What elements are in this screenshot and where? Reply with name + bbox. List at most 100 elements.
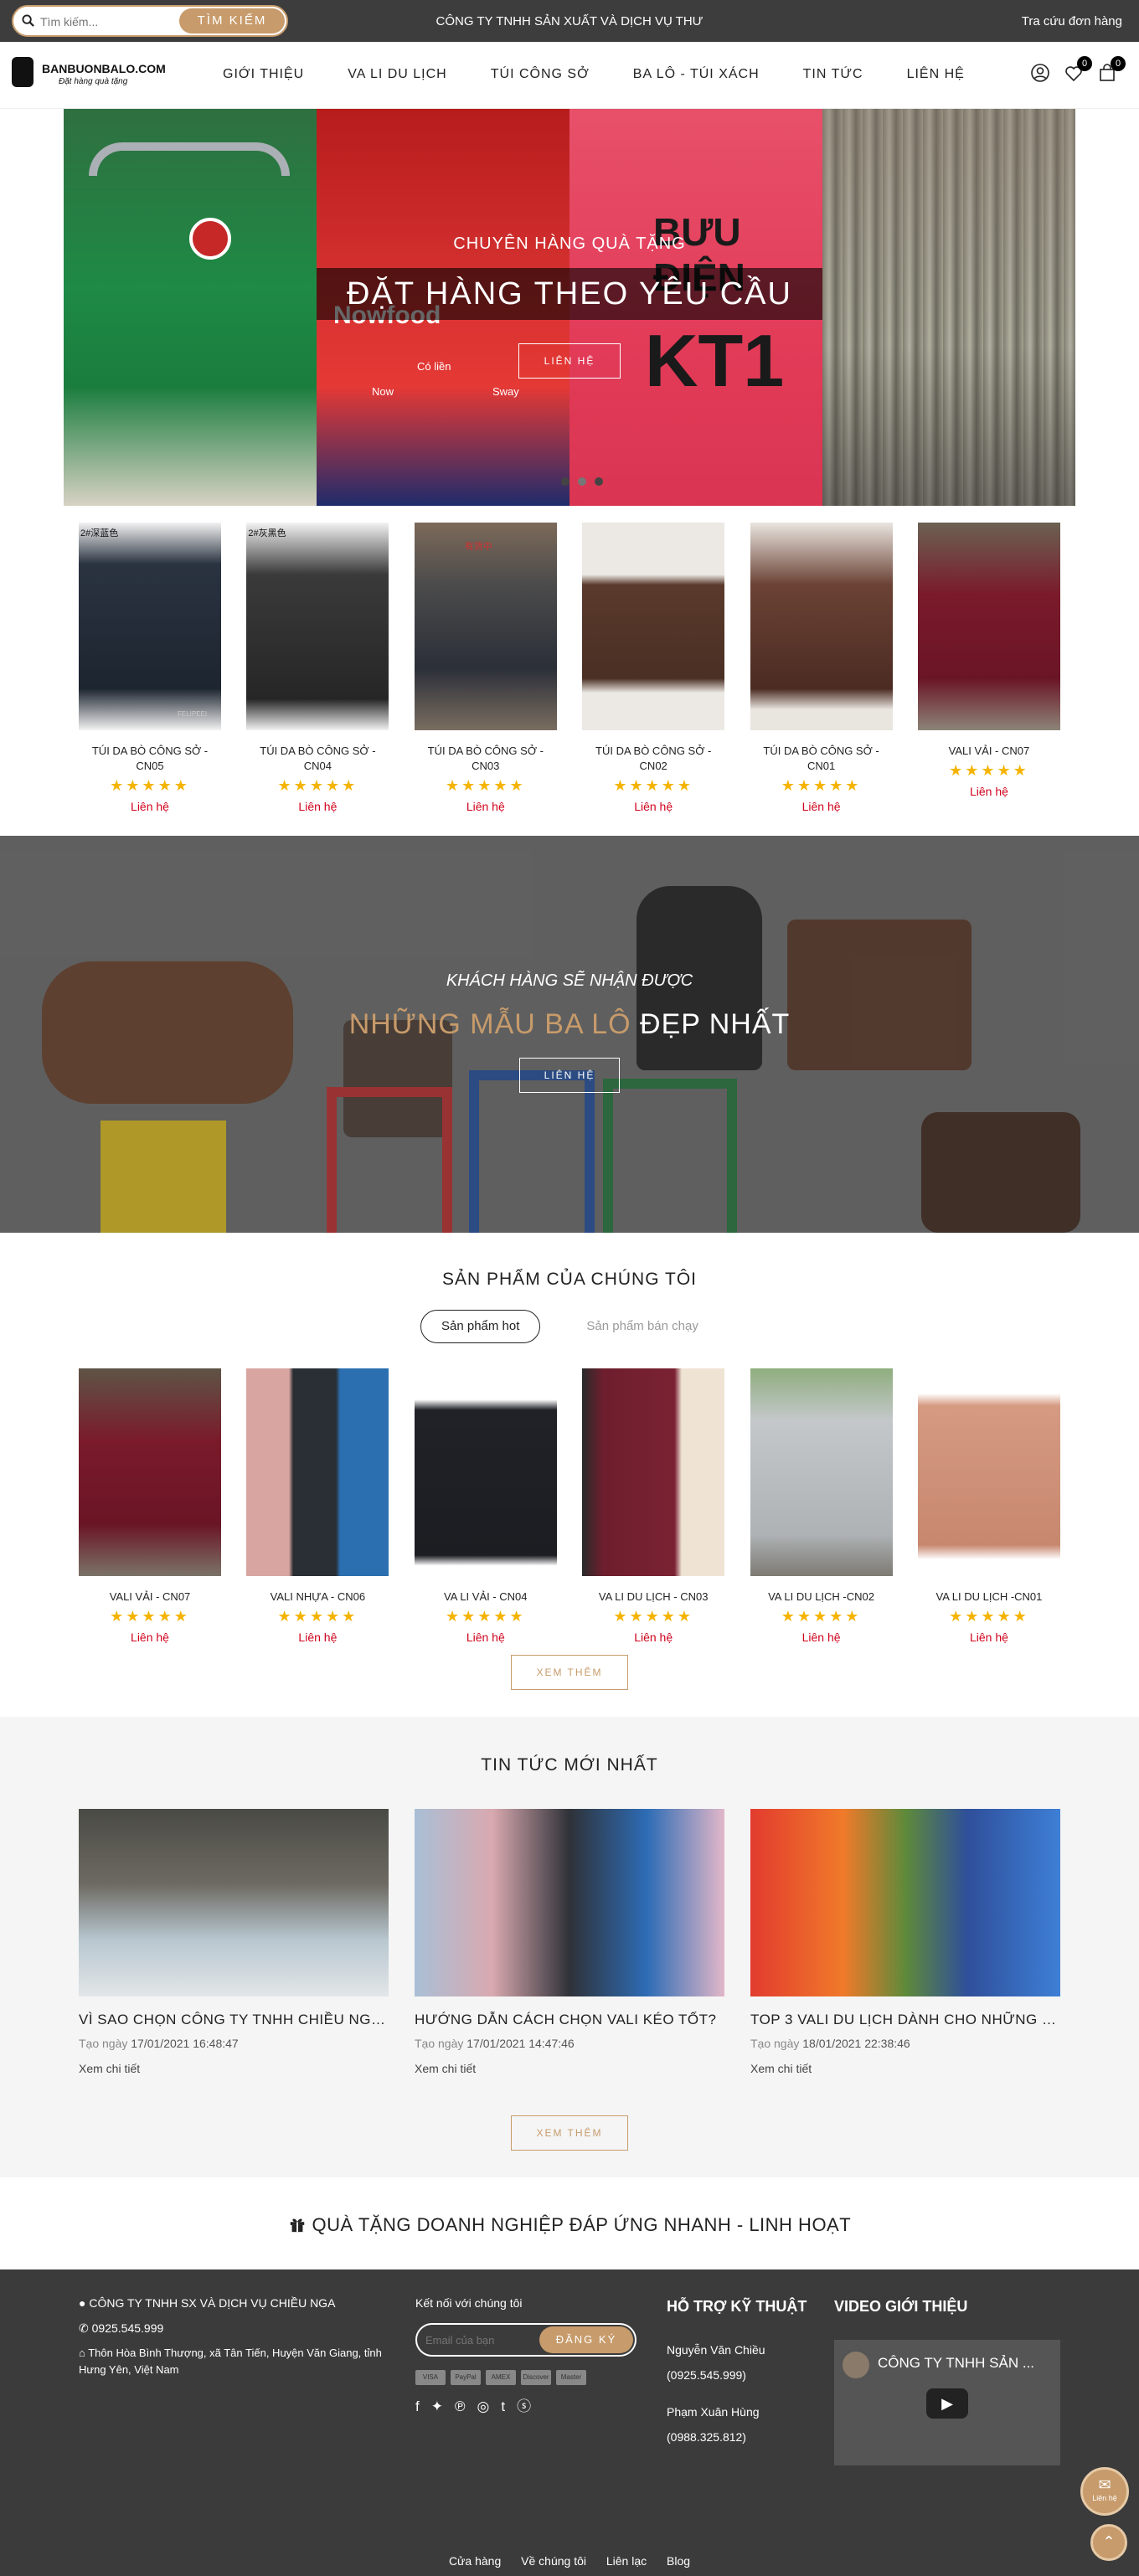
news-read-more[interactable]: Xem chi tiết <box>750 2062 1060 2075</box>
news-title: TIN TỨC MỚI NHẤT <box>481 1755 658 1775</box>
news-title-link[interactable]: TOP 3 VALI DU LỊCH DÀNH CHO NHỮNG CHUYẾN… <box>750 2012 1060 2028</box>
tab-best-sellers[interactable]: Sản phẩm bán chạy <box>565 1310 719 1343</box>
search-input[interactable] <box>40 12 183 32</box>
news-card[interactable]: HƯỚNG DẪN CÁCH CHỌN VALI KÉO TỐT? Tạo ng… <box>415 1809 724 2075</box>
pinterest-icon[interactable]: ℗ <box>455 2398 466 2415</box>
product-name[interactable]: VALI VẢI - CN07 <box>918 744 1060 759</box>
instagram-icon[interactable]: ◎ <box>477 2398 490 2415</box>
product-card[interactable]: VALI VẢI - CN07 ★★★★★ Liên hệ <box>79 1368 221 1644</box>
subscribe-button[interactable]: ĐĂNG KÝ <box>539 2326 633 2353</box>
product-image[interactable] <box>917 523 1060 730</box>
products-more-button[interactable]: XEM THÊM <box>511 1655 628 1690</box>
product-name[interactable]: VA LI DU LỊCH -CN01 <box>918 1589 1060 1605</box>
news-title-link[interactable]: VÌ SAO CHỌN CÔNG TY TNHH CHIỀU NGA LÀ ĐỐ… <box>79 2012 389 2028</box>
product-image[interactable] <box>582 1368 725 1576</box>
back-to-top-button[interactable]: ⌃ <box>1090 2524 1127 2561</box>
top-bar: TÌM KIẾM CÔNG TY TNHH SẢN XUẤT VÀ DỊCH V… <box>0 0 1139 42</box>
hero-slider[interactable]: Nowfood Có liền Now Sway BƯU ĐIỆN KT1 CH… <box>64 109 1075 506</box>
nav-item-gioi-thieu[interactable]: GIỚI THIỆU <box>223 67 304 82</box>
support-phone[interactable]: (0925.545.999) <box>667 2367 834 2383</box>
product-name[interactable]: TÚI DA BÒ CÔNG SỞ - CN05 <box>79 744 221 774</box>
product-card[interactable]: 有货中 TÚI DA BÒ CÔNG SỞ - CN03 ★★★★★ Liên … <box>414 523 557 813</box>
product-card[interactable]: VALI NHỰA - CN06 ★★★★★ Liên hệ <box>246 1368 389 1644</box>
track-order-link[interactable]: Tra cứu đơn hàng <box>1022 14 1122 28</box>
footer-link-about[interactable]: Về chúng tôi <box>521 2554 586 2568</box>
news-image[interactable] <box>79 1809 389 1996</box>
search-button[interactable]: TÌM KIẾM <box>179 8 285 33</box>
user-icon[interactable] <box>1030 63 1052 85</box>
news-more-button[interactable]: XEM THÊM <box>511 2115 628 2151</box>
nav-item-lien-he[interactable]: LIÊN HỆ <box>907 67 965 82</box>
hero-title: ĐẶT HÀNG THEO YÊU CẦU <box>317 268 822 320</box>
news-read-more[interactable]: Xem chi tiết <box>79 2062 389 2075</box>
product-name[interactable]: VALI NHỰA - CN06 <box>246 1589 389 1605</box>
slider-dot[interactable] <box>578 477 586 486</box>
news-image[interactable] <box>750 1809 1060 1996</box>
facebook-icon[interactable]: f <box>415 2398 420 2415</box>
chevron-up-icon: ⌃ <box>1102 2533 1116 2550</box>
product-card[interactable]: 2#灰黑色 TÚI DA BÒ CÔNG SỞ - CN04 ★★★★★ Liê… <box>246 523 389 813</box>
product-price: Liên hệ <box>969 785 1008 798</box>
chat-button[interactable]: ✉ Liên hệ <box>1080 2467 1129 2516</box>
twitter-icon[interactable]: ✦ <box>431 2398 443 2415</box>
product-image[interactable] <box>79 1368 221 1576</box>
product-card[interactable]: VA LI DU LỊCH - CN03 ★★★★★ Liên hệ <box>582 1368 725 1644</box>
skype-icon[interactable]: ⓢ <box>517 2398 531 2415</box>
cart-icon[interactable]: 0 <box>1097 56 1126 85</box>
news-image[interactable] <box>415 1809 724 1996</box>
slider-dots <box>561 477 603 486</box>
product-name[interactable]: VA LI DU LỊCH - CN03 <box>582 1589 724 1605</box>
product-card[interactable]: VA LI DU LỊCH -CN01 ★★★★★ Liên hệ <box>917 1368 1060 1644</box>
footer-link-blog[interactable]: Blog <box>667 2554 690 2568</box>
product-card[interactable]: 2#深蓝色 FELIPEEI TÚI DA BÒ CÔNG SỞ - CN05 … <box>79 523 221 813</box>
nav-item-va-li[interactable]: VA LI DU LỊCH <box>348 67 447 82</box>
tumblr-icon[interactable]: t <box>501 2398 505 2415</box>
product-name[interactable]: VALI VẢI - CN07 <box>79 1589 221 1605</box>
nav-item-tin-tuc[interactable]: TIN TỨC <box>803 67 863 82</box>
product-name[interactable]: TÚI DA BÒ CÔNG SỞ - CN02 <box>582 744 724 774</box>
play-icon[interactable]: ▶ <box>926 2388 968 2419</box>
product-card[interactable]: VALI VẢI - CN07 ★★★★★ Liên hệ <box>917 523 1060 813</box>
slider-dot[interactable] <box>561 477 570 486</box>
nav-item-ba-lo[interactable]: BA LÔ - TÚI XÁCH <box>633 67 760 82</box>
product-image[interactable]: 2#灰黑色 <box>246 523 389 730</box>
hero-image-text: Có liền <box>417 360 451 373</box>
news-card[interactable]: VÌ SAO CHỌN CÔNG TY TNHH CHIỀU NGA LÀ ĐỐ… <box>79 1809 389 2075</box>
hero-contact-button[interactable]: LIÊN HỆ <box>518 343 621 379</box>
nav-item-tui-cong-so[interactable]: TÚI CÔNG SỞ <box>491 67 590 82</box>
support-phone[interactable]: (0988.325.812) <box>667 2429 834 2445</box>
news-card[interactable]: TOP 3 VALI DU LỊCH DÀNH CHO NHỮNG CHUYẾN… <box>750 1809 1060 2075</box>
product-name[interactable]: TÚI DA BÒ CÔNG SỞ - CN01 <box>750 744 893 774</box>
product-card[interactable]: TÚI DA BÒ CÔNG SỞ - CN01 ★★★★★ Liên hệ <box>750 523 893 813</box>
product-image[interactable] <box>917 1368 1060 1576</box>
product-card[interactable]: TÚI DA BÒ CÔNG SỞ - CN02 ★★★★★ Liên hệ <box>582 523 725 813</box>
footer-link-shop[interactable]: Cửa hàng <box>449 2554 501 2568</box>
product-name[interactable]: TÚI DA BÒ CÔNG SỞ - CN04 <box>246 744 389 774</box>
product-image-tag: FELIPEEI <box>178 710 208 718</box>
email-field[interactable] <box>425 2331 543 2348</box>
footer-link-contact[interactable]: Liên lạc <box>606 2554 647 2568</box>
product-card[interactable]: VA LI VẢI - CN04 ★★★★★ Liên hệ <box>414 1368 557 1644</box>
news-read-more[interactable]: Xem chi tiết <box>415 2062 724 2075</box>
product-image[interactable] <box>582 523 725 730</box>
wishlist-icon[interactable]: 0 <box>1064 56 1092 85</box>
support-title: HỖ TRỢ KỸ THUẬT <box>667 2298 807 2315</box>
phone-icon: ✆ <box>79 2321 92 2335</box>
product-name[interactable]: VA LI VẢI - CN04 <box>415 1589 557 1605</box>
product-image[interactable] <box>750 1368 893 1576</box>
banner-contact-button[interactable]: LIÊN HỆ <box>519 1058 620 1093</box>
product-card[interactable]: VA LI DU LỊCH -CN02 ★★★★★ Liên hệ <box>750 1368 893 1644</box>
slider-dot[interactable] <box>595 477 603 486</box>
product-image[interactable] <box>246 1368 389 1576</box>
product-image[interactable]: 有货中 <box>414 523 557 730</box>
product-rating: ★★★★★ <box>781 1608 862 1625</box>
product-name[interactable]: VA LI DU LỊCH -CN02 <box>750 1589 893 1605</box>
product-image[interactable] <box>414 1368 557 1576</box>
product-name[interactable]: TÚI DA BÒ CÔNG SỞ - CN03 <box>415 744 557 774</box>
tab-hot-products[interactable]: Sản phẩm hot <box>420 1310 541 1343</box>
product-image[interactable]: 2#深蓝色 FELIPEEI <box>79 523 221 730</box>
footer-phone[interactable]: 0925.545.999 <box>92 2321 164 2335</box>
news-title-link[interactable]: HƯỚNG DẪN CÁCH CHỌN VALI KÉO TỐT? <box>415 2012 724 2028</box>
product-image[interactable] <box>750 523 893 730</box>
intro-video[interactable]: CÔNG TY TNHH SẢN ... ▶ <box>834 2340 1060 2465</box>
